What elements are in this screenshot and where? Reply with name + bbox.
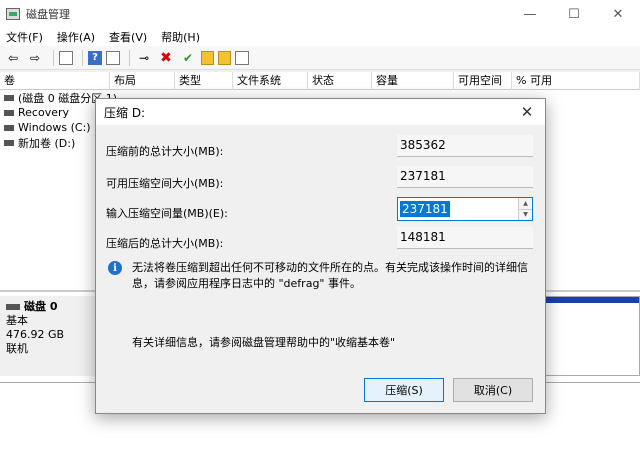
col-free[interactable]: 可用空间 — [454, 72, 512, 90]
col-volume[interactable]: 卷 — [0, 72, 110, 90]
volume-name: 新加卷 (D:) — [18, 136, 76, 150]
properties-icon[interactable] — [59, 50, 73, 65]
title-bar: 磁盘管理 — ☐ ✕ — [0, 0, 640, 28]
menu-bar: 文件(F) 操作(A) 查看(V) 帮助(H) — [0, 28, 640, 46]
open-folder-icon[interactable] — [218, 50, 231, 65]
col-pct-free[interactable]: % 可用 — [512, 72, 640, 90]
col-type[interactable]: 类型 — [175, 72, 233, 90]
shrink-amount-input[interactable]: 237181 — [400, 201, 450, 217]
menu-action[interactable]: 操作(A) — [57, 29, 95, 45]
shrink-button[interactable]: 压缩(S) — [364, 378, 444, 402]
volume-icon — [4, 94, 14, 101]
shrink-dialog: 压缩 D: ✕ 压缩前的总计大小(MB): 385362 可用压缩空间大小(MB… — [95, 98, 546, 414]
volume-name: Windows (C:) — [18, 121, 91, 134]
disk-icon — [6, 304, 20, 310]
size-after-label: 压缩后的总计大小(MB): — [106, 237, 224, 250]
stepper-down-icon[interactable]: ▼ — [519, 208, 532, 221]
settings-icon[interactable] — [235, 50, 249, 65]
stepper-up-icon[interactable]: ▲ — [519, 198, 532, 209]
toolbar-divider — [53, 49, 54, 66]
partition-block[interactable] — [545, 296, 640, 376]
minimize-button[interactable]: — — [508, 0, 552, 28]
volume-icon — [4, 139, 14, 146]
menu-help[interactable]: 帮助(H) — [161, 29, 200, 45]
dialog-title-bar: 压缩 D: ✕ — [96, 99, 545, 125]
close-icon[interactable]: ✕ — [517, 102, 537, 122]
maximize-button[interactable]: ☐ — [552, 0, 596, 28]
window-controls: — ☐ ✕ — [508, 0, 640, 28]
close-window-button[interactable]: ✕ — [596, 0, 640, 28]
disk-type: 基本 — [6, 314, 28, 327]
cancel-button[interactable]: 取消(C) — [453, 378, 533, 402]
stepper-controls: ▲ ▼ — [518, 198, 532, 220]
volume-table-header: 卷 布局 类型 文件系统 状态 容量 可用空间 % 可用 — [0, 72, 640, 90]
size-before-label: 压缩前的总计大小(MB): — [106, 145, 224, 158]
disk-size: 476.92 GB — [6, 328, 65, 341]
size-before-value: 385362 — [397, 135, 533, 157]
available-shrink-value: 237181 — [397, 166, 533, 188]
col-status[interactable]: 状态 — [308, 72, 372, 90]
disk-status: 联机 — [6, 342, 28, 355]
menu-file[interactable]: 文件(F) — [6, 29, 43, 45]
toolbar: ⇦ ⇨ ? ⊸ ✖ ✔ — [0, 46, 640, 70]
volume-icon — [4, 124, 14, 131]
available-shrink-label: 可用压缩空间大小(MB): — [106, 177, 224, 190]
volume-icon — [4, 109, 14, 116]
shrink-amount-stepper[interactable]: 237181 ▲ ▼ — [397, 197, 533, 221]
disk-label[interactable]: 磁盘 0 基本 476.92 GB 联机 — [0, 296, 95, 376]
connect-icon[interactable]: ⊸ — [135, 49, 153, 67]
shrink-amount-label: 输入压缩空间量(MB)(E): — [106, 207, 228, 220]
col-layout[interactable]: 布局 — [110, 72, 175, 90]
delete-icon[interactable]: ✖ — [157, 49, 175, 67]
upload-icon[interactable] — [201, 50, 214, 65]
check-icon[interactable]: ✔ — [179, 49, 197, 67]
window-title: 磁盘管理 — [26, 8, 70, 21]
partition-bar — [546, 297, 639, 303]
size-after-value: 148181 — [397, 227, 533, 249]
help-text: 有关详细信息，请参阅磁盘管理帮助中的"收缩基本卷" — [132, 336, 396, 349]
info-icon: i — [108, 261, 122, 275]
disk-management-icon — [6, 8, 20, 20]
col-capacity[interactable]: 容量 — [372, 72, 454, 90]
list-view-icon[interactable] — [106, 50, 120, 65]
toolbar-divider — [82, 49, 83, 66]
dialog-title: 压缩 D: — [104, 105, 146, 120]
volume-name: Recovery — [18, 106, 70, 119]
info-text: 无法将卷压缩到超出任何不可移动的文件所在的点。有关完成该操作时间的详细信息，请参… — [132, 261, 528, 290]
col-filesystem[interactable]: 文件系统 — [233, 72, 308, 90]
forward-arrow-icon[interactable]: ⇨ — [26, 49, 44, 67]
toolbar-divider — [129, 49, 130, 66]
help-icon[interactable]: ? — [88, 50, 102, 65]
disk-name: 磁盘 0 — [6, 300, 89, 314]
back-arrow-icon[interactable]: ⇦ — [4, 49, 22, 67]
menu-view[interactable]: 查看(V) — [109, 29, 147, 45]
